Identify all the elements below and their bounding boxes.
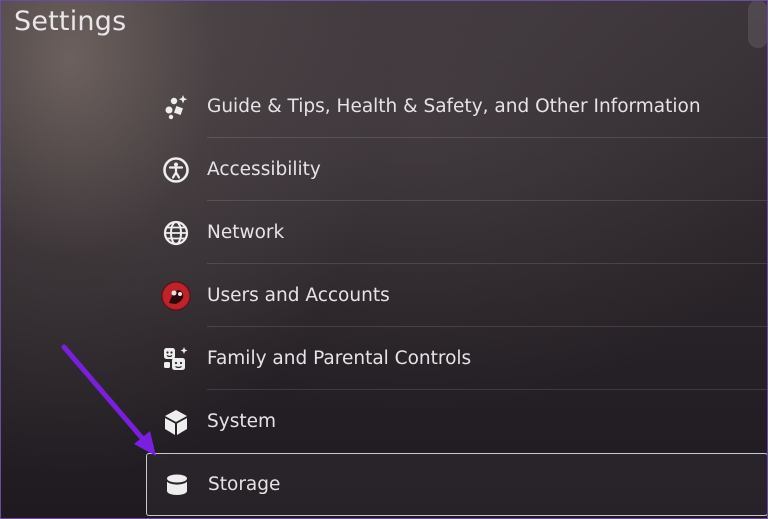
- scrollbar[interactable]: [748, 0, 768, 48]
- cube-icon: [161, 407, 191, 437]
- settings-menu: Guide & Tips, Health & Safety, and Other…: [146, 75, 768, 516]
- storage-icon: [162, 470, 192, 500]
- menu-item-label: Storage: [208, 474, 281, 495]
- guide-tips-icon: [161, 92, 191, 122]
- menu-item-network[interactable]: Network: [146, 201, 768, 264]
- user-avatar-icon: [161, 281, 191, 311]
- accessibility-icon: [161, 155, 191, 185]
- family-icon: [161, 344, 191, 374]
- menu-item-label: Network: [207, 222, 285, 243]
- menu-item-storage[interactable]: Storage: [146, 453, 768, 516]
- menu-item-guide-tips[interactable]: Guide & Tips, Health & Safety, and Other…: [146, 75, 768, 138]
- menu-item-accessibility[interactable]: Accessibility: [146, 138, 768, 201]
- page-title: Settings: [14, 6, 127, 37]
- menu-item-family-parental[interactable]: Family and Parental Controls: [146, 327, 768, 390]
- menu-item-system[interactable]: System: [146, 390, 768, 453]
- menu-item-label: Accessibility: [207, 159, 321, 180]
- menu-item-label: System: [207, 411, 276, 432]
- globe-icon: [161, 218, 191, 248]
- menu-item-label: Users and Accounts: [207, 285, 390, 306]
- menu-item-label: Guide & Tips, Health & Safety, and Other…: [207, 96, 701, 117]
- menu-item-label: Family and Parental Controls: [207, 348, 472, 369]
- menu-item-users-accounts[interactable]: Users and Accounts: [146, 264, 768, 327]
